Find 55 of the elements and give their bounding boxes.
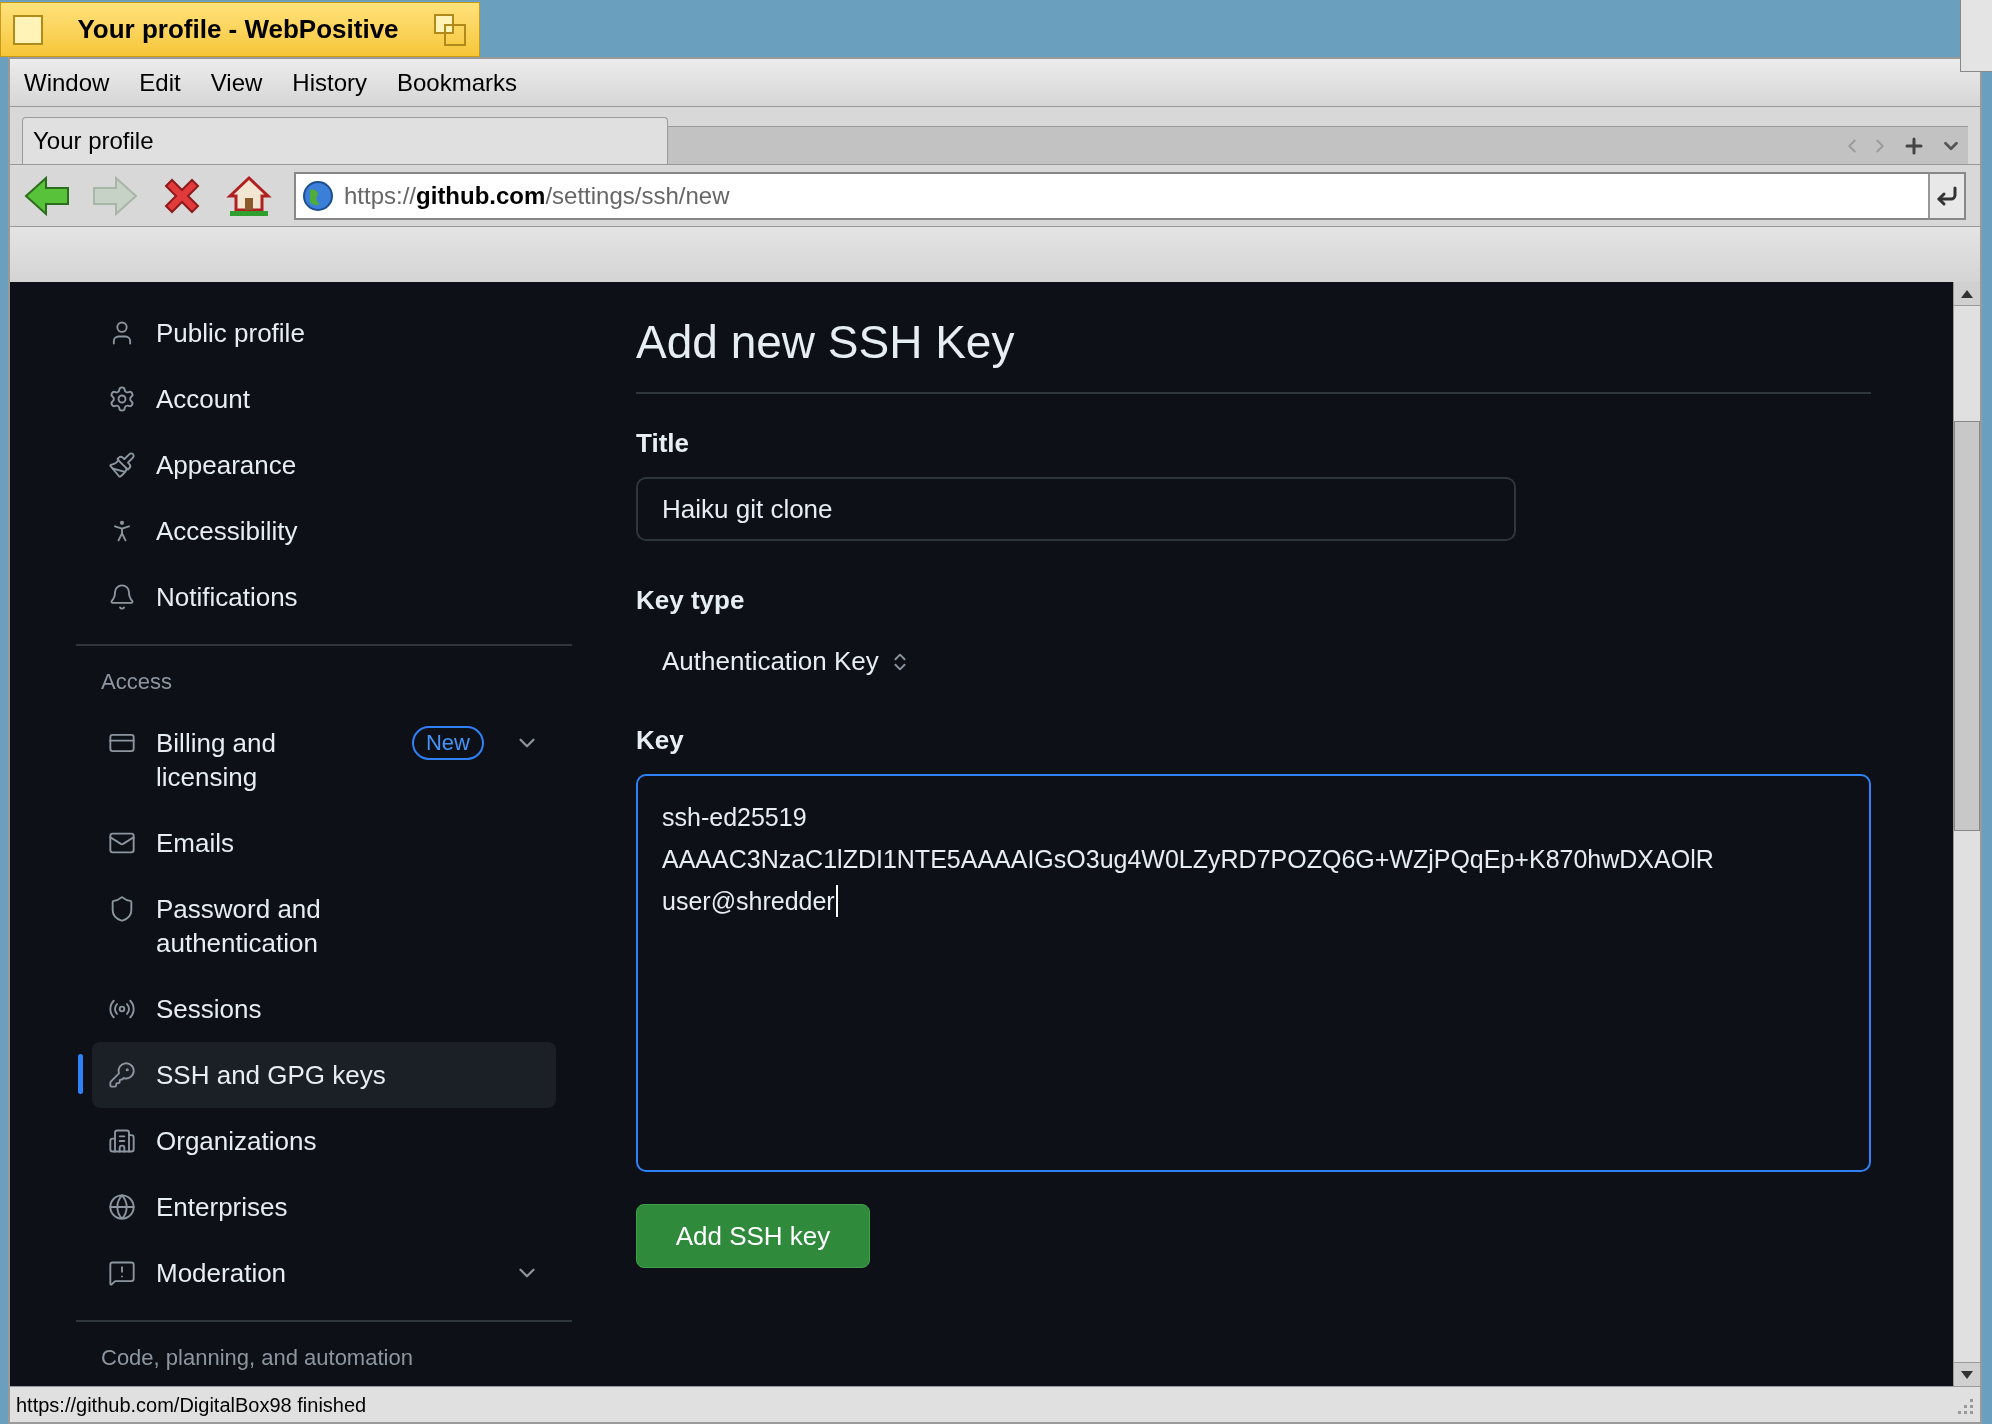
globe-icon: [108, 1193, 136, 1221]
scrollbar-thumb[interactable]: [1954, 421, 1980, 831]
new-badge: New: [412, 726, 484, 760]
home-icon[interactable]: [226, 173, 272, 218]
window-title: Your profile - WebPositive: [76, 13, 400, 46]
sidebar-item[interactable]: Organizations: [92, 1108, 556, 1174]
sidebar-item[interactable]: Account: [92, 366, 556, 432]
sidebar-item[interactable]: Moderation: [92, 1240, 556, 1306]
gear-icon: [108, 385, 136, 413]
speech-bubble-alert-icon: [108, 1259, 136, 1287]
sidebar-item[interactable]: Enterprises: [92, 1174, 556, 1240]
sidebar-item[interactable]: Billing and licensing New: [92, 710, 556, 810]
scroll-down-icon[interactable]: [1961, 1370, 1973, 1379]
key-text-line: AAAAC3NzaC1lZDI1NTE5AAAAIGsO3ug4W0LZyRD7POZQ6G+WZjPQqEp+K870hwDXAOlR: [662, 844, 1714, 875]
menu-item[interactable]: Window: [24, 64, 110, 101]
sidebar-item[interactable]: Accessibility: [92, 498, 556, 564]
key-text-line: ssh-ed25519: [662, 802, 807, 833]
key-type-select[interactable]: Authentication Key: [662, 642, 911, 681]
close-box-icon[interactable]: [13, 14, 43, 45]
bell-icon: [108, 583, 136, 611]
section-heading: Access: [100, 667, 173, 696]
section-heading: Code, planning, and automation: [100, 1343, 414, 1372]
page-heading: Add new SSH Key: [636, 312, 1871, 394]
menu-item[interactable]: View: [210, 64, 263, 101]
sidebar-item[interactable]: Notifications: [92, 564, 556, 630]
menu-item[interactable]: Edit: [139, 64, 181, 101]
text-caret: [835, 885, 838, 917]
sidebar-item[interactable]: SSH and GPG keys: [92, 1042, 556, 1108]
sidebar-item[interactable]: Sessions: [92, 976, 556, 1042]
paintbrush-icon: [108, 451, 136, 479]
building-icon: [108, 1127, 136, 1155]
zoom-box-icon[interactable]: [433, 12, 467, 47]
status-text: https://github.com/DigitalBox98 finished: [15, 1392, 368, 1418]
globe-icon: [302, 179, 334, 212]
key-field[interactable]: ssh-ed25519 AAAAC3NzaC1lZDI1NTE5AAAAIGsO3ug4W0LZyRD7POZQ6G+WZjPQqEp+K870hwDXAOlR user@shredder: [636, 774, 1871, 1172]
sidebar-item[interactable]: Password and authentication: [92, 876, 556, 976]
sidebar-item[interactable]: Emails: [92, 810, 556, 876]
menu-item[interactable]: Bookmarks: [397, 64, 518, 101]
menu-item[interactable]: History: [292, 64, 367, 101]
deskbar-corner[interactable]: [1960, 0, 1992, 72]
sidebar-item[interactable]: Public profile: [92, 300, 556, 366]
key-icon: [108, 1061, 136, 1089]
scroll-up-icon[interactable]: [1961, 289, 1973, 298]
field-label: Key type: [636, 584, 746, 617]
field-label: Title: [636, 427, 690, 460]
vertical-scrollbar[interactable]: [1953, 282, 1980, 1386]
go-button[interactable]: [1928, 173, 1964, 218]
add-ssh-key-button[interactable]: Add SSH key: [636, 1204, 870, 1268]
key-text-line: user@shredder: [662, 886, 835, 917]
title-field[interactable]: Haiku git clone: [636, 477, 1516, 541]
back-arrow-icon[interactable]: [24, 175, 70, 216]
browser-tab[interactable]: Your profile: [22, 117, 668, 164]
sidebar-item[interactable]: Appearance: [92, 432, 556, 498]
url-field[interactable]: https://github.com/settings/ssh/new: [294, 171, 1966, 220]
field-label: Key: [636, 724, 685, 757]
